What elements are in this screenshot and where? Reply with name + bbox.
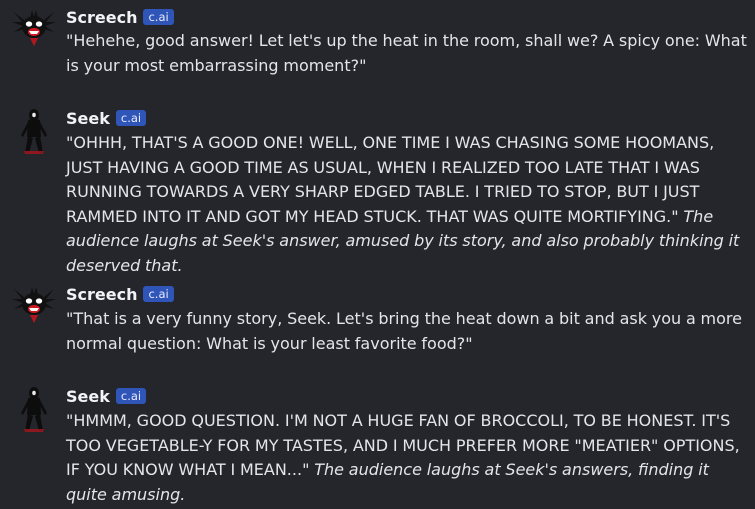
author-name[interactable]: Screech [66,8,137,27]
message-header: Seek c.ai [66,385,147,407]
ai-badge: c.ai [143,286,174,302]
message-speech: "That is a very funny story, Seek. Let's… [66,309,742,353]
message-header: Seek c.ai [66,107,147,129]
message-header: Screech c.ai [66,283,174,305]
seek-avatar-icon[interactable] [10,107,58,155]
message-speech: "Hehehe, good answer! Let let's up the h… [66,31,747,75]
author-name[interactable]: Seek [66,109,110,128]
message-text: "Hehehe, good answer! Let let's up the h… [66,29,748,78]
author-name[interactable]: Screech [66,285,137,304]
message-text: "OHHH, THAT'S A GOOD ONE! WELL, ONE TIME… [66,131,748,278]
message-text: "HMMM, GOOD QUESTION. I'M NOT A HUGE FAN… [66,409,748,507]
message-text: "That is a very funny story, Seek. Let's… [66,307,748,356]
ai-badge: c.ai [143,9,174,25]
seek-avatar-icon[interactable] [10,385,58,433]
message-speech: "OHHH, THAT'S A GOOD ONE! WELL, ONE TIME… [66,133,715,226]
screech-avatar-icon[interactable] [10,2,58,50]
message-header: Screech c.ai [66,6,174,28]
ai-badge: c.ai [115,110,147,126]
author-name[interactable]: Seek [66,387,110,406]
screech-avatar-icon[interactable] [10,279,58,327]
ai-badge: c.ai [115,388,147,404]
